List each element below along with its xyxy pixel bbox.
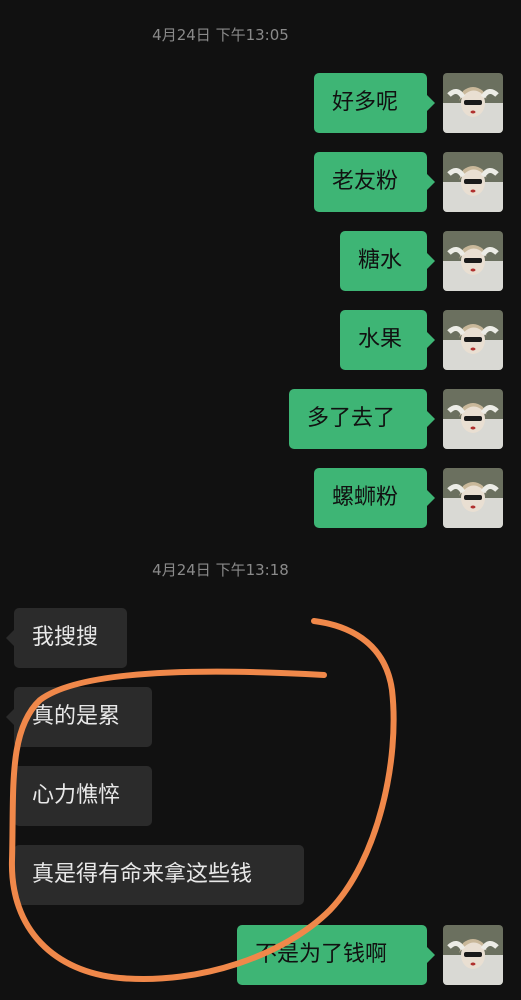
- message-bubble-sent[interactable]: 多了去了: [289, 389, 427, 449]
- message-bubble-received[interactable]: 心力憔悴: [14, 766, 152, 826]
- message-bubble-sent[interactable]: 螺蛳粉: [314, 468, 427, 528]
- avatar-photo-icon: [443, 468, 503, 528]
- bubble-tail: [427, 490, 435, 506]
- avatar[interactable]: [443, 310, 503, 370]
- avatar[interactable]: [443, 231, 503, 291]
- avatar[interactable]: [443, 468, 503, 528]
- avatar-photo-icon: [443, 152, 503, 212]
- avatar-photo-icon: [443, 925, 503, 985]
- avatar-photo-icon: [443, 310, 503, 370]
- message-bubble-received[interactable]: 我搜搜: [14, 608, 127, 668]
- avatar[interactable]: [443, 152, 503, 212]
- message-bubble-sent[interactable]: 糖水: [340, 231, 427, 291]
- timestamp-1: 4月24日 下午13:05: [152, 26, 289, 44]
- message-bubble-received[interactable]: 真的是累: [14, 687, 152, 747]
- bubble-tail: [6, 630, 14, 646]
- avatar-photo-icon: [443, 389, 503, 449]
- message-bubble-sent[interactable]: 好多呢: [314, 73, 427, 133]
- avatar[interactable]: [443, 925, 503, 985]
- bubble-tail: [6, 709, 14, 725]
- avatar[interactable]: [443, 73, 503, 133]
- bubble-tail: [427, 947, 435, 963]
- message-bubble-received[interactable]: 真是得有命来拿这些钱: [14, 845, 304, 905]
- message-bubble-sent[interactable]: 老友粉: [314, 152, 427, 212]
- avatar[interactable]: [443, 389, 503, 449]
- bubble-tail: [427, 95, 435, 111]
- bubble-tail: [427, 253, 435, 269]
- bubble-tail: [427, 411, 435, 427]
- bubble-tail: [427, 332, 435, 348]
- message-bubble-sent[interactable]: 水果: [340, 310, 427, 370]
- bubble-tail: [427, 174, 435, 190]
- timestamp-2: 4月24日 下午13:18: [152, 561, 289, 579]
- avatar-photo-icon: [443, 231, 503, 291]
- message-bubble-sent[interactable]: 不是为了钱啊: [237, 925, 427, 985]
- avatar-photo-icon: [443, 73, 503, 133]
